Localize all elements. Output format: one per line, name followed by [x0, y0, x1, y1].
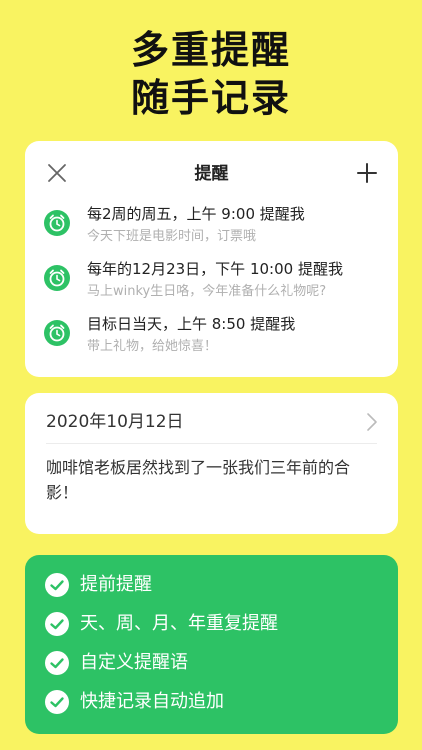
- headline: 多重提醒 随手记录: [0, 26, 422, 122]
- note-card[interactable]: 2020年10月12日 咖啡馆老板居然找到了一张我们三年前的合影！: [25, 393, 398, 534]
- headline-line-2: 随手记录: [130, 76, 291, 120]
- reminder-card-header: 提醒: [25, 141, 398, 205]
- note-divider: [46, 443, 377, 444]
- check-circle-icon: [45, 690, 69, 714]
- reminder-main-text: 每年的12月23日，下午 10:00 提醒我: [87, 260, 343, 278]
- reminder-item[interactable]: 每年的12月23日，下午 10:00 提醒我 马上winky生日咯，今年准备什么…: [25, 259, 398, 314]
- reminder-sub-text: 马上winky生日咯，今年准备什么礼物呢?: [87, 284, 327, 299]
- plus-icon[interactable]: [357, 163, 377, 183]
- note-body: 咖啡馆老板居然找到了一张我们三年前的合影！: [46, 458, 351, 502]
- reminder-item[interactable]: 目标日当天，上午 8:50 提醒我 带上礼物，给她惊喜！: [25, 314, 398, 369]
- check-circle-icon: [45, 573, 69, 597]
- reminder-main-text: 目标日当天，上午 8:50 提醒我: [87, 315, 296, 333]
- alarm-clock-icon: [44, 210, 70, 236]
- feature-label: 天、周、月、年重复提醒: [80, 613, 278, 634]
- note-date: 2020年10月12日: [46, 412, 184, 432]
- reminder-sub-text: 带上礼物，给她惊喜！: [87, 339, 218, 354]
- reminder-card: 提醒 每2周的周五，上午 9:00 提醒我 今天下班是电影时间，订票哦 每年的1…: [25, 141, 398, 377]
- reminder-list: 每2周的周五，上午 9:00 提醒我 今天下班是电影时间，订票哦 每年的12月2…: [25, 204, 398, 369]
- alarm-clock-icon: [44, 265, 70, 291]
- feature-label: 提前提醒: [80, 574, 152, 595]
- chevron-right-icon[interactable]: [366, 412, 378, 432]
- feature-label: 自定义提醒语: [80, 652, 188, 673]
- check-circle-icon: [45, 651, 69, 675]
- reminder-sub-text: 今天下班是电影时间，订票哦: [87, 229, 257, 244]
- feature-card: 提前提醒 天、周、月、年重复提醒 自定义提醒语 快捷记录自动追加: [25, 555, 398, 734]
- headline-line-1: 多重提醒: [130, 28, 291, 72]
- reminder-title: 提醒: [194, 164, 229, 184]
- reminder-item[interactable]: 每2周的周五，上午 9:00 提醒我 今天下班是电影时间，订票哦: [25, 204, 398, 259]
- check-circle-icon: [45, 612, 69, 636]
- feature-label: 快捷记录自动追加: [80, 691, 224, 712]
- reminder-main-text: 每2周的周五，上午 9:00 提醒我: [87, 205, 305, 223]
- alarm-clock-icon: [44, 320, 70, 346]
